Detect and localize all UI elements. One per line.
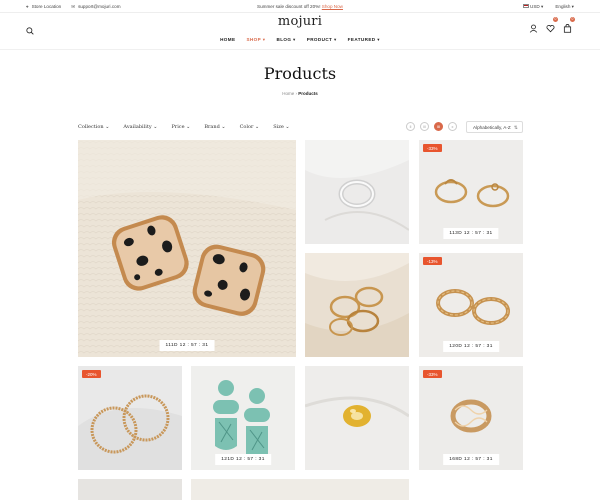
product-image bbox=[305, 140, 409, 244]
sort-selected-label: Alphabetically, A-Z bbox=[473, 125, 511, 130]
filter-bar: Collection Availability Price Brand Colo… bbox=[78, 124, 290, 130]
view-4-columns[interactable]: IIII bbox=[434, 122, 443, 131]
product-image bbox=[305, 366, 409, 470]
cart-count-badge: 0 bbox=[570, 17, 575, 22]
filter-color[interactable]: Color bbox=[240, 124, 260, 130]
countdown-timer: 120D 12 : 57 : 31 bbox=[443, 341, 499, 352]
product-image bbox=[305, 253, 409, 357]
product-card-partial[interactable] bbox=[78, 479, 182, 500]
wishlist-button[interactable]: 0 bbox=[546, 17, 558, 33]
logo[interactable]: mojuri bbox=[0, 14, 600, 29]
product-card-teal-earrings[interactable]: 121D 12 : 57 : 31 bbox=[191, 366, 295, 470]
breadcrumb-current: Products bbox=[298, 91, 318, 96]
us-flag-icon bbox=[522, 4, 529, 9]
sort-icon: ⇅ bbox=[513, 125, 518, 131]
currency-selector[interactable]: USD ▾ bbox=[522, 3, 543, 10]
shop-now-link[interactable]: Shop Now bbox=[322, 4, 343, 9]
breadcrumb: Home › Products bbox=[0, 91, 600, 96]
sale-badge: -33% bbox=[423, 144, 442, 152]
sale-badge: -13% bbox=[423, 257, 442, 265]
countdown-timer: 121D 12 : 57 : 31 bbox=[215, 454, 271, 465]
sale-badge: -33% bbox=[423, 370, 442, 378]
countdown-timer: 113D 12 : 57 : 31 bbox=[443, 228, 499, 239]
main-nav: HOME SHOP BLOG PRODUCT FEATURED bbox=[0, 37, 600, 43]
sale-badge: -20% bbox=[82, 370, 101, 378]
view-2-columns[interactable]: II bbox=[406, 122, 415, 131]
product-image bbox=[78, 366, 182, 470]
filter-availability[interactable]: Availability bbox=[123, 124, 157, 130]
cart-button[interactable]: 0 bbox=[563, 17, 575, 33]
nav-product[interactable]: PRODUCT bbox=[307, 37, 337, 43]
countdown-timer: 168D 12 : 57 : 31 bbox=[443, 454, 499, 465]
breadcrumb-home[interactable]: Home bbox=[282, 91, 294, 96]
filter-price[interactable]: Price bbox=[171, 124, 190, 130]
product-card-amber-ring[interactable] bbox=[305, 366, 409, 470]
currency-label: USD bbox=[530, 3, 540, 9]
product-card-partial-wide[interactable] bbox=[191, 479, 409, 500]
promo-text: Summer sale discount off 20%! bbox=[257, 3, 321, 9]
nav-featured[interactable]: FEATURED bbox=[348, 37, 380, 43]
sort-select[interactable]: Alphabetically, A-Z ⇅ bbox=[466, 121, 523, 133]
nav-shop[interactable]: SHOP bbox=[246, 37, 265, 43]
product-card-gold-rings[interactable]: -33% 113D 12 : 57 : 31 bbox=[419, 140, 523, 244]
filter-collection[interactable]: Collection bbox=[78, 124, 109, 130]
view-list[interactable]: ≡ bbox=[448, 122, 457, 131]
product-card-stacked-rings[interactable] bbox=[305, 253, 409, 357]
nav-blog[interactable]: BLOG bbox=[276, 37, 295, 43]
countdown-timer: 111D 12 : 57 : 31 bbox=[159, 340, 215, 351]
page-title: Products bbox=[263, 64, 337, 83]
product-card-earrings-large[interactable]: 111D 12 : 57 : 31 bbox=[78, 140, 296, 357]
product-card-hoop-earrings[interactable]: -20% bbox=[78, 366, 182, 470]
language-selector[interactable]: English ▾ bbox=[555, 4, 574, 10]
view-toggle: II III IIII ≡ bbox=[406, 122, 457, 131]
wishlist-count-badge: 0 bbox=[553, 17, 558, 22]
account-button[interactable] bbox=[529, 20, 538, 33]
product-image bbox=[78, 140, 296, 357]
heart-icon bbox=[546, 25, 555, 33]
view-3-columns[interactable]: III bbox=[420, 122, 429, 131]
nav-home[interactable]: HOME bbox=[220, 37, 235, 43]
user-icon bbox=[529, 24, 538, 33]
product-card-lattice-ring[interactable]: -33% 168D 12 : 57 : 31 bbox=[419, 366, 523, 470]
product-card-glass-ring[interactable] bbox=[305, 140, 409, 244]
product-card-twisted-rings[interactable]: -13% 120D 12 : 57 : 31 bbox=[419, 253, 523, 357]
language-label: English bbox=[555, 3, 571, 9]
bag-icon bbox=[563, 24, 572, 33]
header-divider bbox=[0, 49, 600, 50]
filter-brand[interactable]: Brand bbox=[204, 124, 225, 130]
top-bar: ⌖ Store Location ✉ support@mojuri.com Su… bbox=[0, 0, 600, 13]
filter-size[interactable]: Size bbox=[273, 124, 289, 130]
promo-banner: Summer sale discount off 20%! Shop Now bbox=[0, 4, 600, 9]
